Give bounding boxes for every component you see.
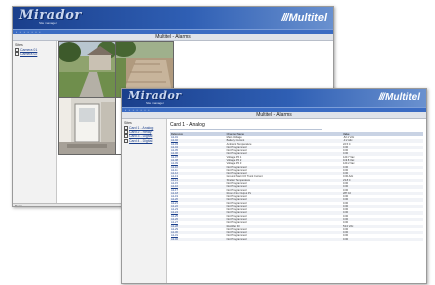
multitel-logo: ///Multitel bbox=[379, 92, 420, 103]
menu-item[interactable]: ▪ bbox=[40, 31, 41, 34]
channel-value: 0.00 bbox=[342, 237, 423, 241]
tree-item-card-4[interactable]: Card 4 - Digital bbox=[124, 139, 164, 143]
menu-item[interactable]: ▪ bbox=[32, 31, 33, 34]
multitel-logo: ///Multitel bbox=[281, 12, 327, 24]
menu-item[interactable]: ▪ bbox=[24, 31, 25, 34]
menu-item[interactable]: ▪ bbox=[141, 109, 142, 112]
expand-icon[interactable] bbox=[124, 138, 128, 143]
menu-item[interactable]: ▪ bbox=[129, 109, 130, 112]
channel-name: Not Programmed bbox=[225, 237, 343, 241]
brand-name: Multitel bbox=[385, 92, 420, 103]
divider bbox=[170, 129, 322, 130]
sidebar-title: Sites bbox=[15, 43, 23, 47]
brand-mark-icon: /// bbox=[281, 12, 288, 24]
tree-item-camera-02[interactable]: Camera 02 bbox=[15, 52, 54, 57]
camera-view-front-door[interactable] bbox=[58, 97, 117, 155]
front-content: Sites Card 1 - Analog Card 2 - Relay Car… bbox=[122, 119, 426, 283]
main-panel: Card 1 - Analog Reference Channel Name V… bbox=[170, 122, 423, 283]
sidebar-title: Sites bbox=[124, 121, 132, 125]
front-window: Mirador Site manager ///Multitel ▪ ▪ ▪ ▪ ▪ ▪ ▪… bbox=[121, 88, 427, 284]
menu-item[interactable]: ▪ bbox=[149, 109, 150, 112]
menu-item[interactable]: ▪ bbox=[133, 109, 134, 112]
menu-item[interactable]: ▪ bbox=[125, 109, 126, 112]
brand-name: Multitel bbox=[288, 12, 328, 24]
menu-item[interactable]: ▪ bbox=[16, 31, 17, 34]
banner: Mirador Site manager ///Multitel bbox=[13, 7, 333, 29]
table-row: A1-32 Not Programmed 0.00 bbox=[170, 237, 423, 241]
menu-item[interactable]: ▪ bbox=[28, 31, 29, 34]
page-title: Multitel - Alarms bbox=[122, 112, 426, 119]
menu-item[interactable]: ▪ bbox=[137, 109, 138, 112]
card-title: Card 1 - Analog bbox=[170, 122, 205, 128]
sidebar: Sites Card 1 - Analog Card 2 - Relay Car… bbox=[122, 119, 167, 283]
menu-item[interactable]: ▪ bbox=[20, 31, 21, 34]
logo-subtitle: Site manager bbox=[146, 101, 164, 105]
table-body: A1-01 Main Voltage -52.1 Vdc A1-02 Battery C… bbox=[170, 136, 423, 241]
menu-item[interactable]: ▪ bbox=[145, 109, 146, 112]
channel-reference-link[interactable]: A1-32 bbox=[170, 237, 226, 241]
logo-subtitle: Site manager bbox=[39, 21, 57, 25]
expand-icon[interactable] bbox=[15, 52, 19, 57]
sidebar: Sites Camera 01 Camera 02 bbox=[13, 41, 57, 206]
page-title: Multitel - Alarms bbox=[13, 34, 333, 41]
brand-mark-icon: /// bbox=[378, 92, 385, 103]
channel-table: Reference Channel Name Value A1-01 Main V… bbox=[170, 132, 423, 241]
camera-view-house-exterior[interactable] bbox=[58, 41, 117, 99]
banner: Mirador Site manager ///Multitel bbox=[122, 89, 426, 107]
menu-item[interactable]: ▪ bbox=[36, 31, 37, 34]
